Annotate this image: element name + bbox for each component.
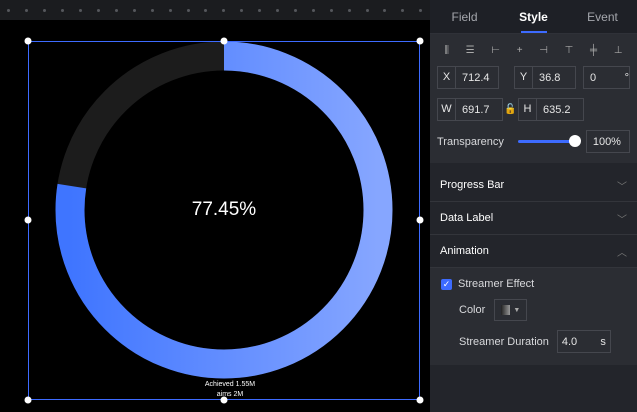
y-field[interactable]: Y 36.8 <box>514 66 576 89</box>
color-swatch <box>501 305 511 315</box>
w-value: 691.7 <box>462 103 490 116</box>
x-value: 712.4 <box>462 71 490 84</box>
streamer-duration-input[interactable]: 4.0 s <box>556 330 611 353</box>
distribute-vertical-icon[interactable]: ☰ <box>466 45 475 56</box>
resize-handle[interactable] <box>24 216 32 224</box>
y-label: Y <box>515 67 533 88</box>
rotation-unit: ° <box>624 71 629 84</box>
transparency-slider[interactable] <box>517 135 581 147</box>
resize-handle[interactable] <box>416 37 424 45</box>
resize-handle[interactable] <box>416 396 424 404</box>
chevron-down-icon: ﹀ <box>617 181 627 193</box>
resize-handle[interactable] <box>220 396 228 404</box>
duration-value: 4.0 <box>561 335 578 348</box>
color-picker[interactable]: ▼ <box>494 299 528 321</box>
section-progress-bar[interactable]: Progress Bar ﹀ <box>430 169 637 202</box>
streamer-duration-label: Streamer Duration <box>459 335 549 348</box>
x-label: X <box>438 67 456 88</box>
caret-down-icon: ▼ <box>513 306 521 314</box>
selection-box[interactable] <box>28 41 420 400</box>
section-title: Progress Bar <box>440 179 505 191</box>
w-label: W <box>438 99 456 120</box>
align-middle-icon[interactable]: ╪ <box>590 45 597 56</box>
tab-event[interactable]: Event <box>568 0 637 33</box>
transparency-input[interactable]: 100% <box>585 130 630 153</box>
y-value: 36.8 <box>539 71 561 84</box>
h-value: 635.2 <box>543 103 571 116</box>
properties-panel: Field Style Event ⫼ ☰ ⊢ + ⊣ ⊤ ╪ ⊥ X 712.4… <box>430 0 637 412</box>
streamer-effect-label: Streamer Effect <box>458 278 535 290</box>
align-right-icon[interactable]: ⊣ <box>539 45 548 56</box>
streamer-effect-checkbox[interactable]: ✓ <box>441 278 452 290</box>
tab-field[interactable]: Field <box>430 0 499 33</box>
w-field[interactable]: W 691.7 <box>437 98 503 121</box>
tab-style[interactable]: Style <box>499 0 568 33</box>
h-label: H <box>519 99 537 120</box>
chevron-down-icon: ﹀ <box>617 214 627 226</box>
lock-icon[interactable]: 🔓 <box>503 104 518 115</box>
h-field[interactable]: H 635.2 <box>518 98 584 121</box>
section-data-label[interactable]: Data Label ﹀ <box>430 202 637 235</box>
align-center-h-icon[interactable]: + <box>517 45 523 56</box>
resize-handle[interactable] <box>220 37 228 45</box>
resize-handle[interactable] <box>24 396 32 404</box>
rotation-value: 0 <box>590 71 597 84</box>
x-field[interactable]: X 712.4 <box>437 66 499 89</box>
transparency-label: Transparency <box>437 135 504 148</box>
section-title: Animation <box>440 245 489 257</box>
duration-unit: s <box>600 335 606 348</box>
distribute-horizontal-icon[interactable]: ⫼ <box>444 45 449 56</box>
color-label: Color <box>459 304 486 316</box>
resize-handle[interactable] <box>416 216 424 224</box>
align-left-icon[interactable]: ⊢ <box>491 45 500 56</box>
align-top-icon[interactable]: ⊤ <box>565 45 574 56</box>
section-title: Data Label <box>440 212 494 224</box>
resize-handle[interactable] <box>24 37 32 45</box>
transparency-value: 100% <box>592 135 621 148</box>
canvas[interactable]: 77.45% Achieved 1.55M aims 2M <box>0 0 430 412</box>
rotation-field[interactable]: 0 ° <box>583 66 630 89</box>
chevron-up-icon: ︿ <box>617 247 627 259</box>
align-bottom-icon[interactable]: ⊥ <box>614 45 623 56</box>
section-animation[interactable]: Animation ︿ <box>430 235 637 268</box>
